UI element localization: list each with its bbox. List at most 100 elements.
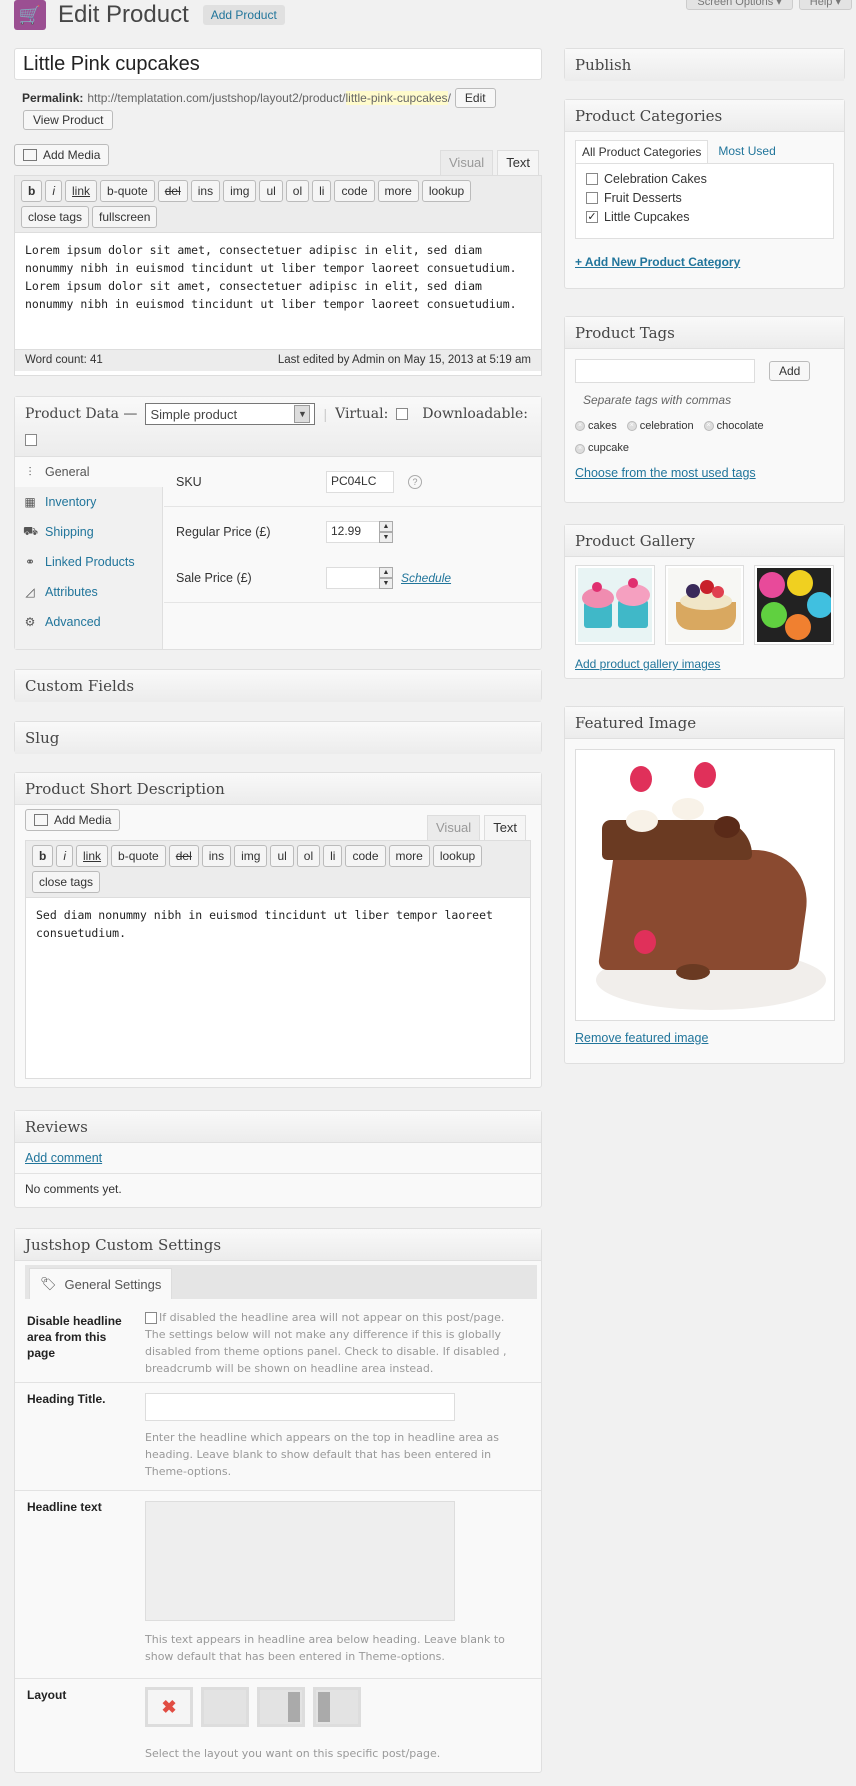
qt-lookup-button[interactable]: lookup xyxy=(421,180,472,202)
tab-general-settings[interactable]: 🏷 General Settings xyxy=(29,1268,173,1299)
qt-fullscreen-button[interactable]: fullscreen xyxy=(92,206,158,228)
add-gallery-images-link[interactable]: Add product gallery images xyxy=(575,657,720,671)
category-checkbox[interactable] xyxy=(586,192,598,204)
qt-ul-button[interactable]: ul xyxy=(270,845,294,867)
add-media-button[interactable]: Add Media xyxy=(14,144,110,166)
add-tag-button[interactable]: Add xyxy=(769,361,811,381)
qt-i-button[interactable]: i xyxy=(45,180,63,202)
product-title-input[interactable]: Little Pink cupcakes xyxy=(14,48,542,80)
screen-options-button[interactable]: Screen Options ▾ xyxy=(686,0,793,10)
short-description-textarea[interactable]: Sed diam nonummy nibh in euismod tincidu… xyxy=(26,898,530,950)
tab-linked-products[interactable]: ⚭ Linked Products xyxy=(15,547,162,577)
tab-general[interactable]: ⫶ General xyxy=(15,457,163,487)
remove-featured-image-link[interactable]: Remove featured image xyxy=(575,1031,708,1045)
heading-title-input[interactable] xyxy=(145,1393,455,1421)
tab-visual[interactable]: Visual xyxy=(440,150,494,176)
layout-option-full-width[interactable] xyxy=(201,1687,249,1727)
qt-close-tags-button[interactable]: close tags xyxy=(21,206,90,228)
view-product-button[interactable]: View Product xyxy=(23,110,114,130)
content-textarea[interactable]: Lorem ipsum dolor sit amet, consectetuer… xyxy=(15,233,541,349)
qt-li-button[interactable]: li xyxy=(312,180,332,202)
add-product-button[interactable]: Add Product xyxy=(202,5,285,25)
add-category-link[interactable]: + Add New Product Category xyxy=(575,255,740,269)
qt-li-button[interactable]: li xyxy=(323,845,343,867)
boxes-icon: ▦ xyxy=(24,495,36,509)
category-checkbox[interactable] xyxy=(586,211,598,223)
sale-price-stepper[interactable]: ▲ ▼ xyxy=(379,566,393,589)
tab-attributes[interactable]: ◿ Attributes xyxy=(15,577,162,607)
qt-b-quote-button[interactable]: b-quote xyxy=(111,845,166,867)
qt-more-button[interactable]: more xyxy=(388,845,430,867)
qt-ol-button[interactable]: ol xyxy=(285,180,310,202)
qt-ins-button[interactable]: ins xyxy=(190,180,221,202)
schedule-link[interactable]: Schedule xyxy=(401,571,451,585)
custom-fields-box[interactable]: Custom Fields xyxy=(14,669,542,702)
tab-most-used[interactable]: Most Used xyxy=(712,140,781,163)
add-comment-link[interactable]: Add comment xyxy=(25,1151,102,1165)
qt-link-button[interactable]: link xyxy=(76,845,109,867)
qt-b-quote-button[interactable]: b-quote xyxy=(100,180,155,202)
tab-shipping[interactable]: ⛟ Shipping xyxy=(15,517,162,547)
featured-image[interactable] xyxy=(575,749,835,1021)
help-button[interactable]: Help ▾ xyxy=(798,0,852,10)
remove-tag-icon[interactable]: × xyxy=(575,421,585,431)
sku-input[interactable]: PC04LC xyxy=(326,470,394,493)
layout-option-default[interactable]: ✖ xyxy=(145,1687,193,1727)
qt-ul-button[interactable]: ul xyxy=(259,180,283,202)
help-icon[interactable]: ? xyxy=(408,474,422,489)
disable-headline-checkbox[interactable] xyxy=(145,1312,157,1324)
remove-tag-icon[interactable]: × xyxy=(575,443,585,454)
qt-b-button[interactable]: b xyxy=(32,845,54,867)
category-checkbox[interactable] xyxy=(586,173,598,185)
tab-inventory[interactable]: ▦ Inventory xyxy=(15,487,162,517)
permalink-edit-button[interactable]: Edit xyxy=(454,88,496,108)
remove-tag-icon[interactable]: × xyxy=(626,421,637,431)
tag-list: × cakes × celebration × chocolate × cupcake xyxy=(565,407,795,458)
tag-input[interactable] xyxy=(575,359,755,383)
short-tab-visual[interactable]: Visual xyxy=(427,815,481,841)
tab-advanced[interactable]: ⚙ Advanced xyxy=(15,607,162,637)
cupcakes-image xyxy=(578,568,652,642)
qt-code-button[interactable]: code xyxy=(345,845,386,867)
qt-img-button[interactable]: img xyxy=(223,180,257,202)
qt-del-button[interactable]: del xyxy=(157,180,188,202)
qt-more-button[interactable]: more xyxy=(377,180,419,202)
short-description-title: Product Short Description xyxy=(15,773,541,805)
qt-ol-button[interactable]: ol xyxy=(296,845,321,867)
tab-all-categories[interactable]: All Product Categories xyxy=(575,140,709,163)
layout-option-right-sidebar[interactable] xyxy=(257,1687,305,1727)
qt-i-button[interactable]: i xyxy=(56,845,74,867)
tab-text[interactable]: Text xyxy=(497,150,540,176)
qt-code-button[interactable]: code xyxy=(334,180,375,202)
qt-del-button[interactable]: del xyxy=(168,845,199,867)
virtual-label: Virtual: xyxy=(335,406,389,422)
qt-link-button[interactable]: link xyxy=(65,180,98,202)
page-title: Edit Product xyxy=(58,1,189,28)
short-tab-text[interactable]: Text xyxy=(484,815,527,841)
product-categories-box: Product Categories All Product Categorie… xyxy=(564,99,845,289)
qt-lookup-button[interactable]: lookup xyxy=(432,845,483,867)
sku-label: SKU xyxy=(176,474,202,489)
gallery-image[interactable] xyxy=(664,565,745,645)
sale-price-input[interactable] xyxy=(326,566,380,589)
regular-price-input[interactable]: 12.99 xyxy=(326,521,380,543)
sku-field: SKU PC04LC ? xyxy=(164,457,541,507)
qt-img-button[interactable]: img xyxy=(234,845,268,867)
downloadable-checkbox[interactable] xyxy=(25,434,37,446)
choose-tags-link[interactable]: Choose from the most used tags xyxy=(575,466,756,480)
screen-meta-tabs: Screen Options ▾ Help ▾ xyxy=(686,0,852,10)
gallery-image[interactable] xyxy=(575,565,655,645)
layout-option-left-sidebar[interactable] xyxy=(313,1687,361,1727)
slug-box[interactable]: Slug xyxy=(14,721,542,754)
virtual-checkbox[interactable] xyxy=(396,408,409,420)
permalink-slug[interactable]: little-pink-cupcakes xyxy=(345,91,448,105)
short-add-media-button[interactable]: Add Media xyxy=(25,809,121,831)
headline-text-textarea[interactable] xyxy=(145,1501,455,1621)
qt-ins-button[interactable]: ins xyxy=(201,845,232,867)
gallery-image[interactable] xyxy=(754,565,835,645)
product-type-select[interactable]: Simple product ▼ xyxy=(145,403,316,425)
qt-close-tags-button[interactable]: close tags xyxy=(32,871,101,893)
qt-b-button[interactable]: b xyxy=(21,180,43,202)
remove-tag-icon[interactable]: × xyxy=(703,421,714,431)
regular-price-stepper[interactable]: ▲ ▼ xyxy=(379,521,393,543)
